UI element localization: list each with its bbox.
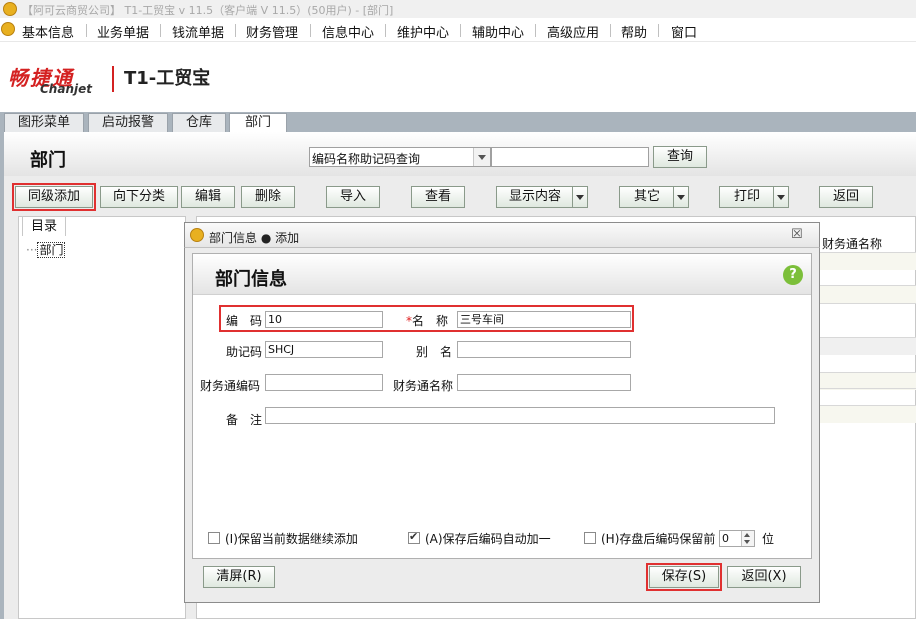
query-button[interactable]: 查询 (653, 146, 707, 168)
menu-basic-info[interactable]: 基本信息 (22, 22, 74, 41)
menu-app-icon (1, 22, 15, 36)
product-name: T1-工贸宝 (124, 68, 211, 89)
keep-data-label: (I)保留当前数据继续添加 (225, 532, 358, 546)
add-child-button[interactable]: 向下分类 (100, 186, 178, 208)
keep-data-checkbox[interactable] (208, 532, 220, 544)
view-button[interactable]: 查看 (411, 186, 465, 208)
page-header: 部门 编码名称助记码查询 查询 (0, 132, 916, 176)
remark-label: 备 注 (226, 413, 263, 427)
delete-button[interactable]: 删除 (241, 186, 295, 208)
chevron-down-icon[interactable] (572, 187, 587, 207)
window-title-bar: 【阿可云商贸公司】 T1-工贸宝 v 11.5（客户端 V 11.5）(50用户… (0, 0, 916, 18)
tab-graphic-menu[interactable]: 图形菜单 (4, 113, 84, 133)
mnemonic-label: 助记码 (226, 345, 263, 359)
menu-maintenance[interactable]: 维护中心 (397, 22, 449, 41)
other-button[interactable]: 其它 (619, 186, 689, 208)
print-label: 打印 (733, 189, 760, 204)
tab-warehouse[interactable]: 仓库 (172, 113, 226, 133)
save-button[interactable]: 保存(S) (646, 563, 722, 591)
brand-divider (112, 66, 114, 92)
table-row[interactable] (820, 303, 916, 321)
form-panel (192, 253, 812, 559)
close-icon[interactable]: ☒ (791, 227, 803, 242)
menu-bar: 基本信息 业务单据 钱流单据 财务管理 信息中心 维护中心 辅助中心 高级应用 … (0, 18, 916, 42)
name-label: *名 称 (406, 314, 449, 328)
toolbar: 同级添加 向下分类 编辑 删除 导入 查看 显示内容 其它 打印 返回 (0, 176, 916, 214)
chevron-down-icon[interactable] (473, 148, 490, 166)
keep-prefix-checkbox[interactable] (584, 532, 596, 544)
table-row[interactable] (820, 285, 916, 303)
dialog-title-bar[interactable]: 部门信息 ● 添加 ☒ (184, 222, 820, 248)
menu-help[interactable]: 帮助 (621, 22, 647, 41)
back-button[interactable]: 返回(X) (727, 566, 801, 588)
fin-name-input[interactable] (457, 374, 631, 391)
fin-code-label: 财务通编码 (200, 379, 261, 393)
prefix-unit-label: 位 (762, 532, 775, 546)
form-title: 部门信息 (215, 269, 287, 290)
fin-name-label: 财务通名称 (393, 379, 454, 393)
app-icon (3, 2, 17, 16)
remark-input[interactable] (265, 407, 775, 424)
page-title: 部门 (30, 150, 66, 171)
chevron-down-icon[interactable] (773, 187, 788, 207)
display-content-label: 显示内容 (508, 189, 561, 204)
chevron-down-icon[interactable] (673, 187, 688, 207)
prefix-digits-stepper[interactable]: 0 (719, 530, 755, 547)
code-label: 编 码 (226, 314, 263, 328)
prefix-digits-value: 0 (722, 532, 729, 545)
brand-logo-en: Chanjet (40, 82, 92, 96)
menu-finance[interactable]: 财务管理 (246, 22, 298, 41)
directory-tab[interactable]: 目录 (22, 216, 66, 236)
table-row[interactable] (820, 252, 916, 270)
dialog-app-icon (190, 228, 204, 242)
tab-department[interactable]: 部门 (229, 113, 287, 133)
print-button[interactable]: 打印 (719, 186, 789, 208)
return-button[interactable]: 返回 (819, 186, 873, 208)
mnemonic-input[interactable]: SHCJ (265, 341, 383, 358)
brand-header: 畅捷通 Chanjet T1-工贸宝 (0, 42, 916, 112)
grid-column-fin-name[interactable]: 财务通名称 (822, 235, 882, 252)
menu-assist[interactable]: 辅助中心 (472, 22, 524, 41)
tab-strip: 图形菜单 启动报警 仓库 部门 (0, 112, 916, 133)
name-input[interactable]: 三号车间 (457, 311, 631, 328)
menu-business-docs[interactable]: 业务单据 (97, 22, 149, 41)
tree-root-label: 部门 (37, 242, 66, 258)
keep-prefix-label: (H)存盘后编码保留前 (601, 532, 716, 546)
window-title: 【阿可云商贸公司】 T1-工贸宝 v 11.5（客户端 V 11.5）(50用户… (22, 4, 394, 17)
edit-button[interactable]: 编辑 (181, 186, 235, 208)
display-content-button[interactable]: 显示内容 (496, 186, 588, 208)
menu-window[interactable]: 窗口 (671, 22, 697, 41)
auto-inc-label: (A)保存后编码自动加一 (425, 532, 551, 546)
directory-panel (18, 216, 186, 619)
tab-startup-alarm[interactable]: 启动报警 (88, 113, 168, 133)
stepper-arrows-icon[interactable] (741, 531, 754, 546)
help-icon[interactable]: ? (783, 265, 803, 285)
auto-inc-checkbox[interactable] (408, 530, 420, 544)
code-input[interactable]: 10 (265, 311, 383, 328)
search-type-value: 编码名称助记码查询 (312, 152, 421, 166)
alias-input[interactable] (457, 341, 631, 358)
search-input[interactable] (491, 147, 649, 167)
menu-advanced[interactable]: 高级应用 (547, 22, 599, 41)
table-row[interactable] (820, 405, 916, 423)
tree-root-node[interactable]: ··· 部门 (26, 241, 66, 258)
table-row[interactable] (820, 337, 916, 355)
clear-button[interactable]: 清屏(R) (203, 566, 275, 588)
add-sibling-button[interactable]: 同级添加 (12, 183, 96, 211)
dialog-title: 部门信息 ● 添加 (209, 231, 300, 245)
fin-code-input[interactable] (265, 374, 383, 391)
menu-info-center[interactable]: 信息中心 (322, 22, 374, 41)
other-label: 其它 (633, 189, 660, 204)
alias-label: 别 名 (416, 345, 453, 359)
import-button[interactable]: 导入 (326, 186, 380, 208)
table-row[interactable] (820, 388, 916, 406)
search-type-select[interactable]: 编码名称助记码查询 (309, 147, 491, 167)
form-header: 部门信息 ? (193, 254, 811, 295)
menu-cashflow-docs[interactable]: 钱流单据 (172, 22, 224, 41)
